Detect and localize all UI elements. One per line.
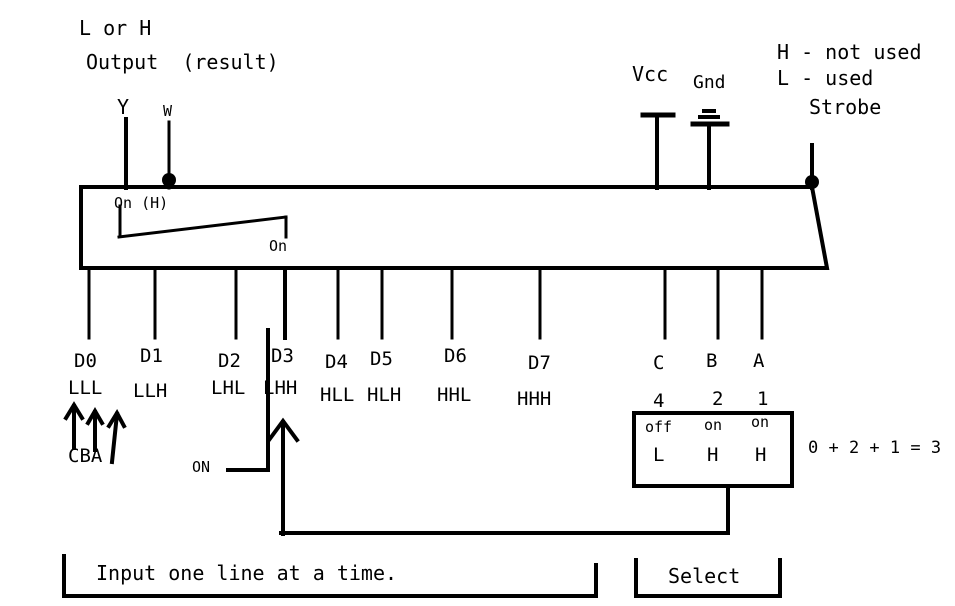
bracket-label-select-note: Select [668, 564, 741, 588]
legend-low-label: L - used [777, 66, 874, 90]
cba-arrows-label: CBA [68, 445, 103, 467]
on-marker-label: ON [192, 458, 211, 476]
select-pin-name-c: C [653, 352, 665, 374]
gnd-label: Gnd [693, 72, 726, 93]
select-switch-state-c[interactable]: off [645, 420, 672, 435]
data-pin-name-d4: D4 [325, 351, 348, 373]
select-weight-c: 4 [653, 390, 665, 412]
diagram-line-art [62, 109, 830, 598]
data-pin-code-d1: LLH [133, 380, 168, 402]
select-weight-b: 2 [712, 388, 724, 410]
vcc-label: Vcc [632, 62, 669, 86]
diagram-canvas: L or H Output (result) Y W Vcc Gnd H - n… [0, 0, 955, 606]
select-switch-state-a[interactable]: on [751, 415, 769, 430]
data-pin-name-d1: D1 [140, 345, 163, 367]
data-pin-name-d7: D7 [528, 352, 551, 374]
select-pin-name-b: B [706, 350, 718, 372]
data-pin-code-d5: HLH [367, 384, 402, 406]
data-pin-code-d0: LLL [68, 377, 103, 399]
legend-high-label: H - not used [777, 40, 922, 64]
data-pin-name-d2: D2 [218, 350, 241, 372]
data-pin-code-d4: HLL [320, 384, 355, 406]
select-weight-a: 1 [757, 388, 769, 410]
output-result-label: Output (result) [86, 50, 279, 74]
select-level-c: L [653, 444, 665, 466]
data-pin-code-d6: HHL [437, 384, 472, 406]
select-sum-equation: 0 + 2 + 1 = 3 [808, 438, 942, 458]
select-level-b: H [707, 444, 719, 466]
data-pin-name-d0: D0 [74, 350, 97, 372]
select-level-a: H [755, 444, 767, 466]
internal-ramp-line [117, 215, 288, 239]
data-pin-name-d5: D5 [370, 348, 393, 370]
data-pin-code-d3: LHH [263, 377, 298, 399]
select-pin-name-a: A [753, 350, 765, 372]
data-pin-name-d3: D3 [271, 345, 294, 367]
select-switch-state-b[interactable]: on [704, 418, 722, 433]
strobe-label: Strobe [809, 95, 882, 119]
data-pin-name-d6: D6 [444, 345, 467, 367]
data-pin-code-d7: HHH [517, 388, 552, 410]
pin-label-w: W [163, 102, 173, 120]
on-label: On [269, 237, 288, 255]
switch-box-output-wire [279, 485, 730, 535]
data-pin-code-d2: LHL [211, 377, 246, 399]
bracket-label-input-note: Input one line at a time. [96, 561, 398, 585]
output-level-label: L or H [79, 16, 152, 40]
pin-w-junction-dot [162, 173, 176, 187]
pin-label-y: Y [117, 95, 130, 119]
on-high-label: On (H) [114, 194, 169, 212]
pin-strobe-junction-dot [805, 175, 819, 189]
